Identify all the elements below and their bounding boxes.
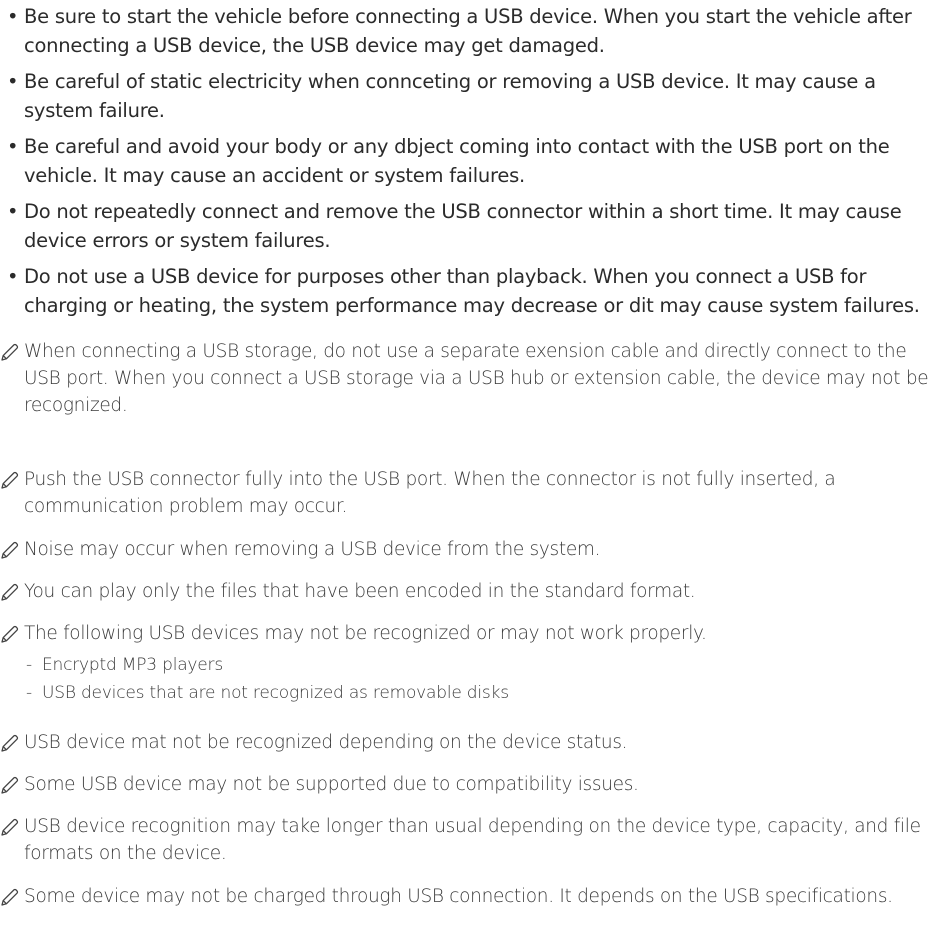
note-text: The following USB devices may not be rec… [24,623,707,644]
bullet-glyph: • [7,200,19,223]
document-page: • Be sure to start the vehicle before co… [0,0,944,940]
note-text: Some USB device may not be supported due… [24,774,639,795]
note-item: Some USB device may not be supported due… [0,771,940,798]
caution-text: Do not repeatedly connect and remove the… [24,200,902,252]
pencil-icon [1,541,19,559]
pencil-icon [1,625,19,643]
note-item: Some device may not be charged through U… [0,883,940,910]
bullet-glyph: • [7,265,19,288]
caution-text: Be careful and avoid your body or any db… [24,135,890,187]
caution-item: • Do not use a USB device for purposes o… [0,262,944,320]
caution-text: Do not use a USB device for purposes oth… [24,265,920,317]
sub-list-item: - USB devices that are not recognized as… [24,679,940,707]
pencil-icon [1,818,19,836]
sub-list: - Encryptd MP3 players - USB devices tha… [24,651,940,707]
note-text: Some device may not be charged through U… [24,886,893,907]
note-text: Noise may occur when removing a USB devi… [24,539,601,560]
caution-list: • Be sure to start the vehicle before co… [0,2,944,327]
bullet-glyph: • [7,70,19,93]
note-item: The following USB devices may not be rec… [0,620,940,707]
note-item: Push the USB connector fully into the US… [0,466,940,520]
pencil-icon [1,734,19,752]
note-text: USB device mat not be recognized dependi… [24,732,628,753]
note-text: Push the USB connector fully into the US… [24,469,836,517]
caution-text: Be sure to start the vehicle before conn… [24,5,912,57]
pencil-icon [1,471,19,489]
pencil-icon [1,343,19,361]
note-item: You can play only the files that have be… [0,578,940,605]
caution-item: • Do not repeatedly connect and remove t… [0,197,944,255]
note-item: When connecting a USB storage, do not us… [0,338,940,419]
note-item: Noise may occur when removing a USB devi… [0,536,940,563]
bullet-glyph: • [7,5,19,28]
dash-glyph: - [26,683,32,703]
note-text: When connecting a USB storage, do not us… [24,341,929,416]
sub-item-text: USB devices that are not recognized as r… [42,683,509,703]
note-item: USB device recognition may take longer t… [0,813,940,867]
pencil-icon [1,583,19,601]
pencil-icon [1,776,19,794]
note-text: You can play only the files that have be… [24,581,696,602]
caution-item: • Be careful of static electricity when … [0,67,944,125]
dash-glyph: - [26,655,32,675]
pencil-icon [1,888,19,906]
sub-item-text: Encryptd MP3 players [42,655,223,675]
sub-list-item: - Encryptd MP3 players [24,651,940,679]
caution-item: • Be careful and avoid your body or any … [0,132,944,190]
caution-item: • Be sure to start the vehicle before co… [0,2,944,60]
note-text: USB device recognition may take longer t… [24,816,921,864]
bullet-glyph: • [7,135,19,158]
note-item: USB device mat not be recognized dependi… [0,729,940,756]
caution-text: Be careful of static electricity when co… [24,70,876,122]
